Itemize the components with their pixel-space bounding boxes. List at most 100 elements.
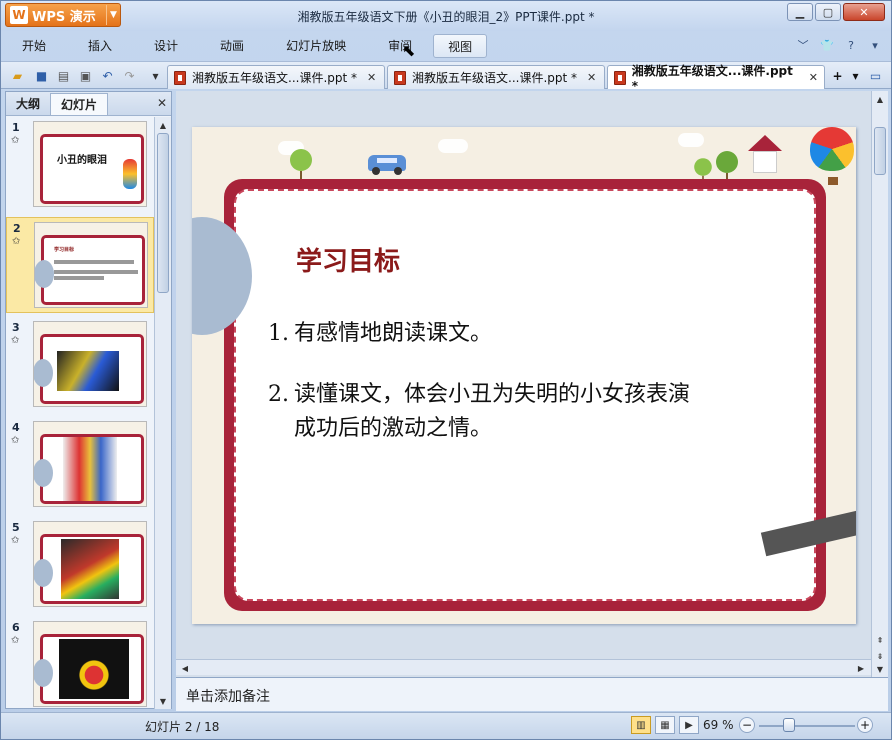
thumbnail-slide-3[interactable]: 3 ✩ xyxy=(6,317,154,413)
scroll-up-icon[interactable]: ▲ xyxy=(873,92,887,106)
menu-insert[interactable]: 插入 xyxy=(67,34,133,58)
menu-animation[interactable]: 动画 xyxy=(199,34,265,58)
window-layout-icon[interactable]: ▭ xyxy=(867,67,884,84)
clown-figure-image xyxy=(123,159,137,189)
new-tab-icon[interactable]: + xyxy=(829,67,846,84)
scroll-up-icon[interactable]: ▲ xyxy=(156,118,170,132)
print-icon[interactable]: ▤ xyxy=(55,67,72,84)
slide-number: 3 xyxy=(12,321,20,334)
previous-slide-icon[interactable]: ⇞ xyxy=(873,633,887,647)
slide-thumbnail xyxy=(33,621,147,707)
print-preview-icon[interactable]: ▣ xyxy=(77,67,94,84)
menu-review[interactable]: 审阅 xyxy=(367,34,433,58)
thumbnail-slide-4[interactable]: 4 ✩ xyxy=(6,417,154,513)
thumb-decoration xyxy=(35,260,54,288)
menu-right-icons: ﹀ 👕 ? ▾ xyxy=(795,37,883,53)
zoom-in-icon[interactable]: + xyxy=(857,717,873,733)
objective-item-2[interactable]: 2. 读懂课文，体会小丑为失明的小女孩表演 成功后的激动之情。 xyxy=(268,378,690,446)
item-text: 读懂课文，体会小丑为失明的小女孩表演 xyxy=(294,382,691,407)
tab-slides[interactable]: 幻灯片 xyxy=(50,93,109,115)
doc-tab-3[interactable]: 湘教版五年级语文...课件.ppt * ✕ xyxy=(607,64,825,93)
objective-item-1[interactable]: 1. 有感情地朗读课文。 xyxy=(268,317,492,351)
slide-title[interactable]: 学习目标 xyxy=(296,241,400,278)
clown-photo xyxy=(59,639,129,699)
slide-thumbnail: 小丑的眼泪 xyxy=(33,121,147,207)
thumb-decoration xyxy=(34,459,53,487)
help-icon[interactable]: ? xyxy=(843,37,859,53)
slideshow-icon[interactable]: ▶ xyxy=(679,716,699,734)
animation-star-icon: ✩ xyxy=(11,535,20,546)
thumbnail-scrollbar[interactable]: ▲ ▼ xyxy=(154,117,171,709)
skin-icon[interactable]: 👕 xyxy=(819,37,835,53)
vertical-scrollbar[interactable]: ▲ ⇞ ⇟ ▼ xyxy=(871,91,888,677)
doc-tab-label: 湘教版五年级语文...课件.ppt * xyxy=(412,71,578,85)
menu-start[interactable]: 开始 xyxy=(1,34,67,58)
animation-star-icon: ✩ xyxy=(11,135,20,146)
tab-list-dropdown-icon[interactable]: ▾ xyxy=(847,67,864,84)
dropdown-arrow-icon[interactable]: ▾ xyxy=(867,37,883,53)
scroll-down-icon[interactable]: ▼ xyxy=(873,662,887,676)
zoom-out-icon[interactable]: − xyxy=(739,717,755,733)
save-icon[interactable]: ■ xyxy=(33,67,50,84)
notes-pane[interactable]: 单击添加备注 xyxy=(176,677,888,711)
slide-sorter-icon[interactable]: ▦ xyxy=(655,716,675,734)
animation-star-icon: ✩ xyxy=(11,435,20,446)
thumb-frame xyxy=(34,634,144,704)
zoom-slider-handle[interactable] xyxy=(783,718,795,732)
scrollbar-thumb[interactable] xyxy=(874,127,886,175)
doc-tab-1[interactable]: 湘教版五年级语文...课件.ppt * ✕ xyxy=(167,65,385,89)
clown-photo xyxy=(63,437,117,501)
title-bar: W WPS 演示 ▼ 湘教版五年级语文下册《小丑的眼泪_2》PPT课件.ppt … xyxy=(1,1,891,31)
scroll-left-icon[interactable]: ◀ xyxy=(178,661,192,675)
scroll-down-icon[interactable]: ▼ xyxy=(156,694,170,708)
slide-thumbnail xyxy=(33,321,147,407)
menu-bar: 开始 插入 设计 动画 幻灯片放映 审阅 视图 ﹀ 👕 ? ▾ xyxy=(1,33,891,59)
window-title: 湘教版五年级语文下册《小丑的眼泪_2》PPT课件.ppt * xyxy=(297,10,595,24)
thumb-frame xyxy=(34,534,144,604)
quick-access-dropdown-icon[interactable]: ▾ xyxy=(147,67,164,84)
item-text: 有感情地朗读课文。 xyxy=(294,321,493,346)
thumbnail-slide-6[interactable]: 6 ✩ xyxy=(6,617,154,709)
close-tab-icon[interactable]: ✕ xyxy=(809,71,818,84)
thumb-title: 小丑的眼泪 xyxy=(57,155,107,166)
redo-icon[interactable]: ↷ xyxy=(121,67,138,84)
undo-icon[interactable]: ↶ xyxy=(99,67,116,84)
thumb-frame: 小丑的眼泪 xyxy=(40,134,144,204)
zoom-level[interactable]: 69 % xyxy=(703,718,734,732)
close-tab-icon[interactable]: ✕ xyxy=(587,71,596,84)
tab-outline[interactable]: 大纲 xyxy=(6,93,50,115)
house-decoration xyxy=(748,135,782,175)
doc-tab-2[interactable]: 湘教版五年级语文...课件.ppt * ✕ xyxy=(387,65,605,89)
normal-view-icon[interactable]: ▥ xyxy=(631,716,651,734)
zoom-slider-track[interactable] xyxy=(759,725,855,727)
slide-canvas[interactable]: 学习目标 1. 有感情地朗读课文。 2. 读懂课文，体会小丑为失明的小女孩表演 成功… xyxy=(192,127,856,624)
scrollbar-thumb[interactable] xyxy=(157,133,169,293)
scroll-right-icon[interactable]: ▶ xyxy=(854,661,868,675)
car-decoration xyxy=(368,155,406,175)
ppt-file-icon xyxy=(174,70,186,85)
slide-number: 4 xyxy=(12,421,20,434)
close-tab-icon[interactable]: ✕ xyxy=(367,71,376,84)
thumb-text-line xyxy=(54,260,134,264)
thumb-text-line xyxy=(54,270,138,274)
minimize-button[interactable]: ▁ xyxy=(787,3,813,21)
panel-tabs: 大纲 幻灯片 ✕ xyxy=(6,92,171,116)
menu-slideshow[interactable]: 幻灯片放映 xyxy=(265,34,367,58)
thumbnail-slide-2[interactable]: 2 ✩ 学习目标 xyxy=(6,217,154,313)
cloud-decoration xyxy=(438,139,468,153)
thumb-frame xyxy=(34,434,144,504)
maximize-button[interactable]: ▢ xyxy=(815,3,841,21)
tree-decoration xyxy=(290,149,312,181)
thumbnail-slide-5[interactable]: 5 ✩ xyxy=(6,517,154,613)
menu-design[interactable]: 设计 xyxy=(133,34,199,58)
chevron-down-icon[interactable]: ﹀ xyxy=(795,37,811,53)
thumbnail-slide-1[interactable]: 1 ✩ 小丑的眼泪 xyxy=(6,117,154,213)
open-folder-icon[interactable]: ▰ xyxy=(9,67,26,84)
next-slide-icon[interactable]: ⇟ xyxy=(873,649,887,663)
close-button[interactable]: ✕ xyxy=(843,3,885,21)
close-icon[interactable]: ✕ xyxy=(157,96,167,110)
horizontal-scrollbar[interactable]: ◀ ▶ xyxy=(176,659,871,675)
slide-thumbnail: 学习目标 xyxy=(34,222,148,308)
slides-panel: 大纲 幻灯片 ✕ 1 ✩ 小丑的眼泪 2 ✩ 学习目标 3 ✩ 4 ✩ 5 ✩ … xyxy=(5,91,172,709)
menu-view[interactable]: 视图 xyxy=(433,34,488,58)
